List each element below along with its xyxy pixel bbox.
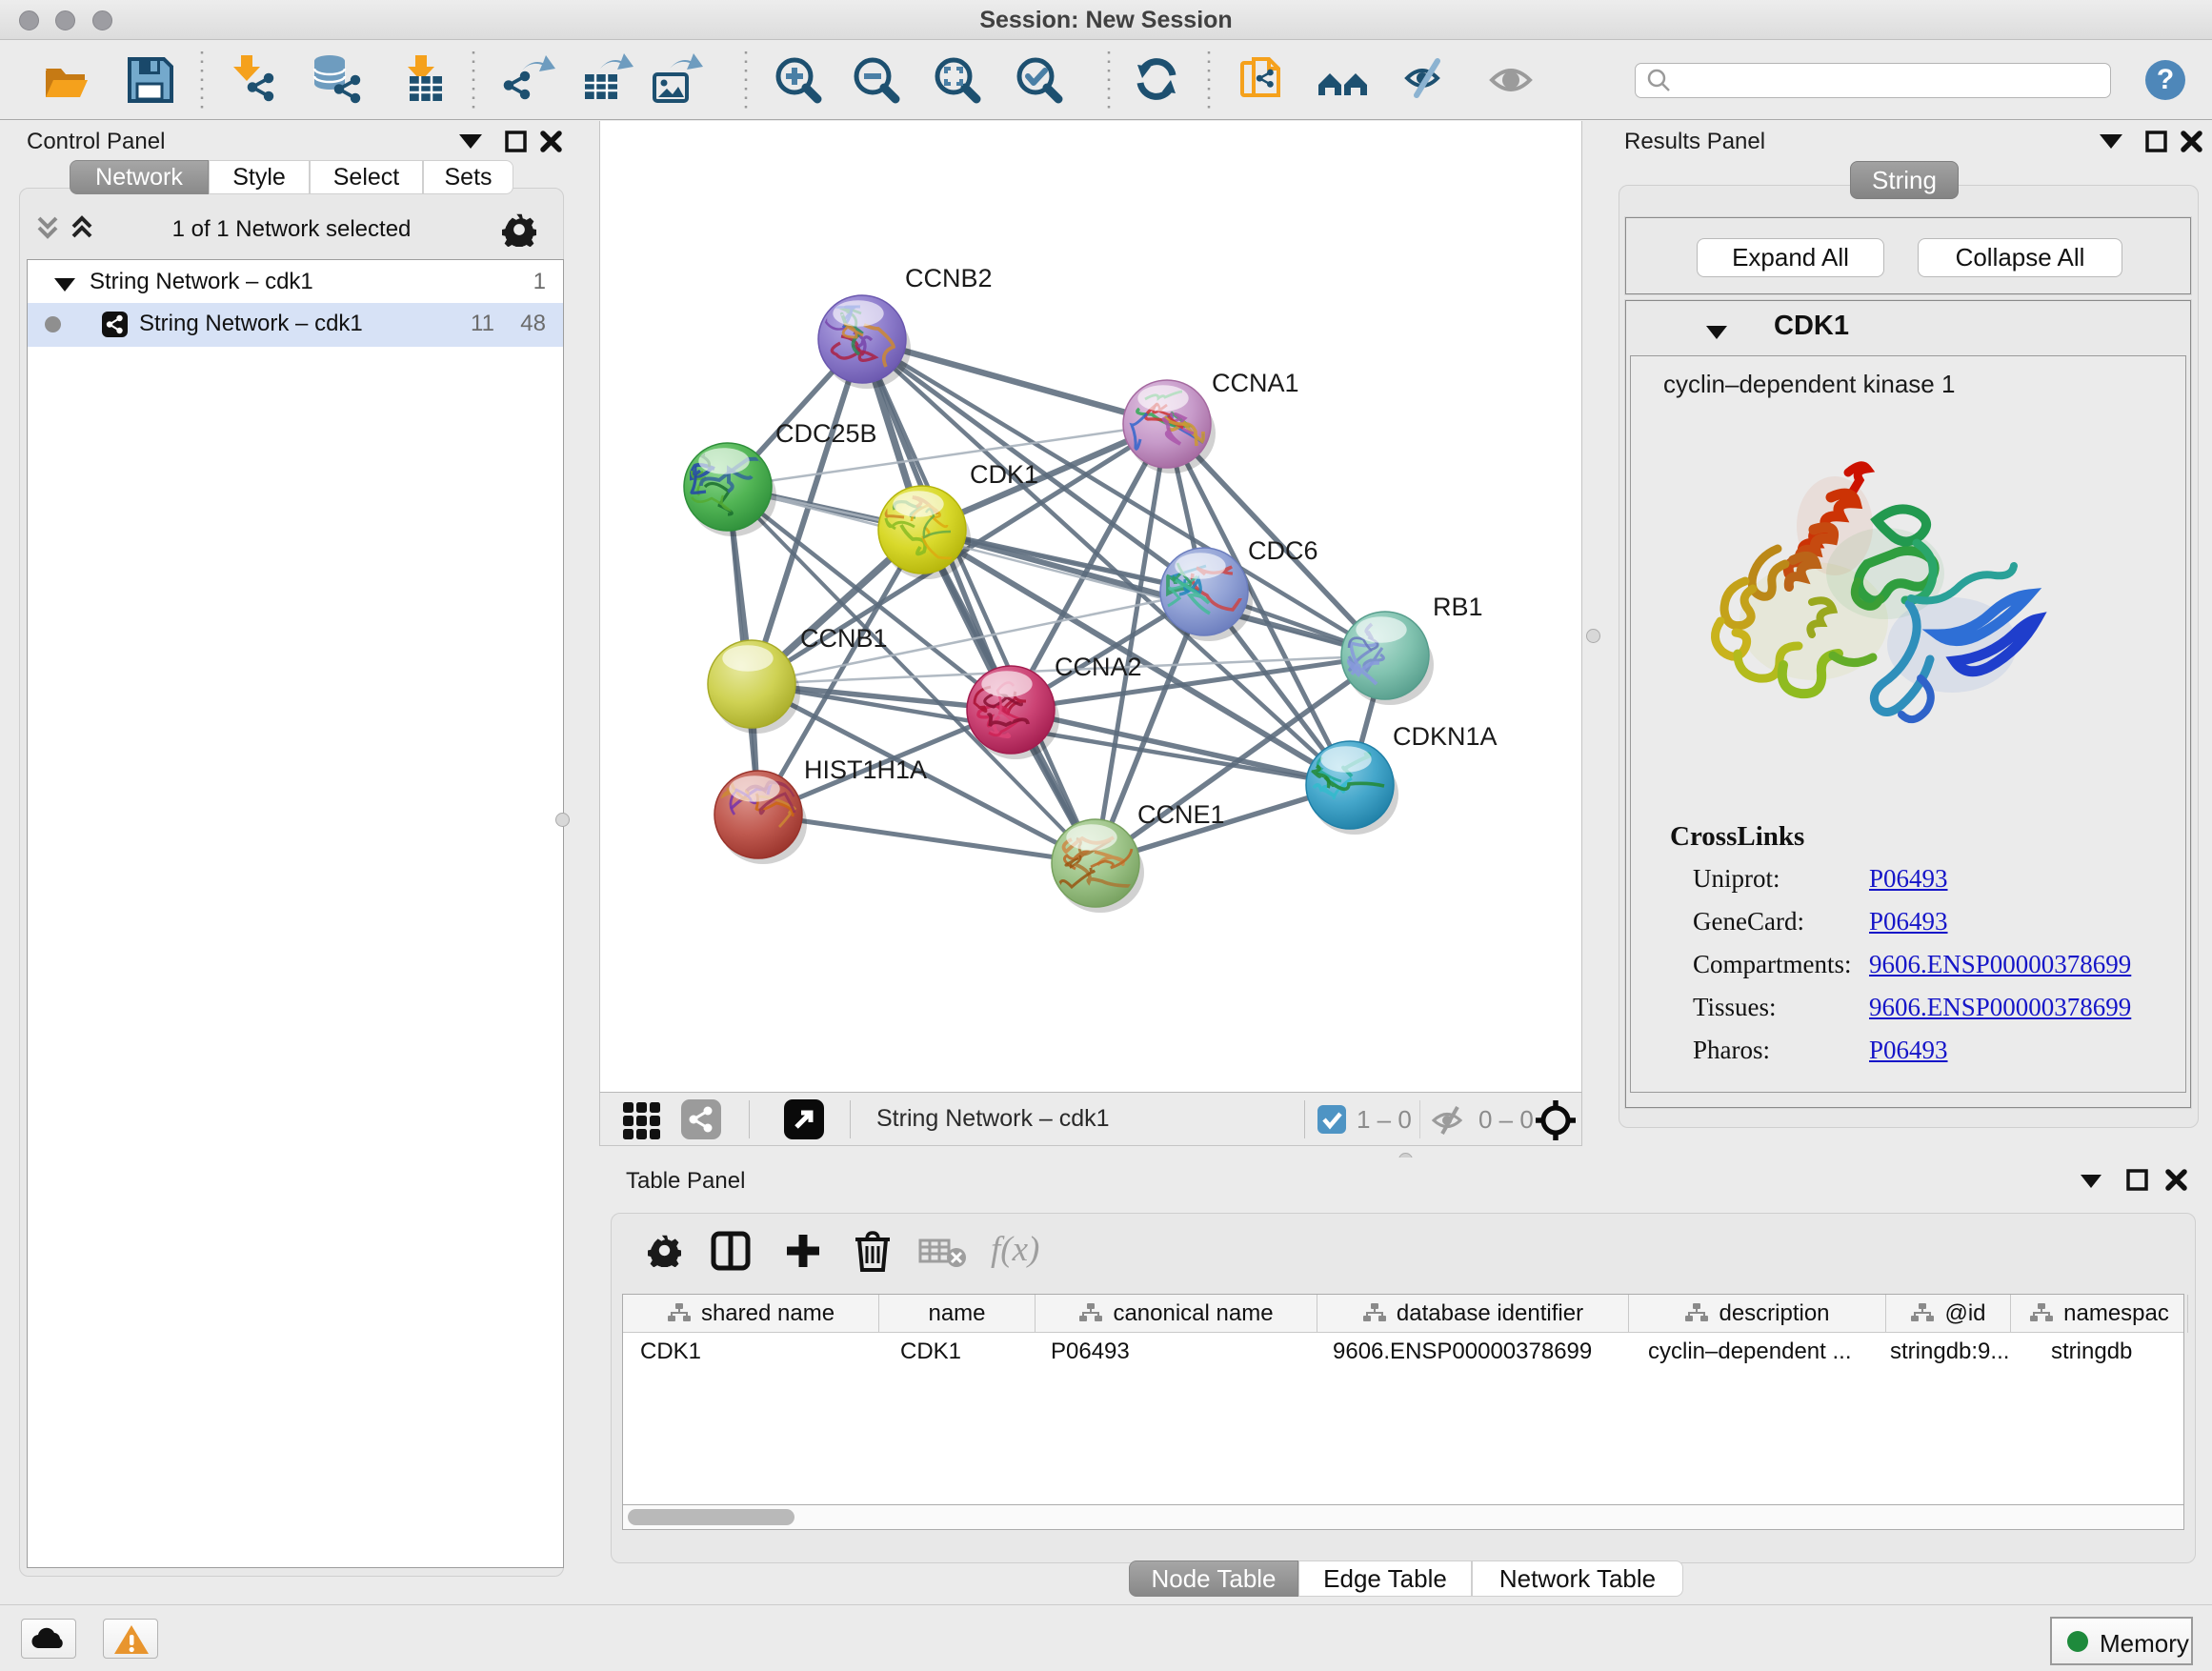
svg-text:CCNB2: CCNB2 [905,264,993,292]
svg-text:CDKN1A: CDKN1A [1393,722,1498,751]
svg-text:CCNB1: CCNB1 [800,624,888,653]
svg-text:CDC6: CDC6 [1248,536,1318,565]
svg-text:RB1: RB1 [1433,593,1483,621]
svg-text:CCNE1: CCNE1 [1137,800,1225,829]
svg-text:CCNA1: CCNA1 [1212,369,1299,397]
svg-text:CDC25B: CDC25B [775,419,877,448]
svg-text:CCNA2: CCNA2 [1055,653,1142,681]
svg-text:HIST1H1A: HIST1H1A [804,755,927,784]
svg-text:CDK1: CDK1 [970,460,1038,489]
